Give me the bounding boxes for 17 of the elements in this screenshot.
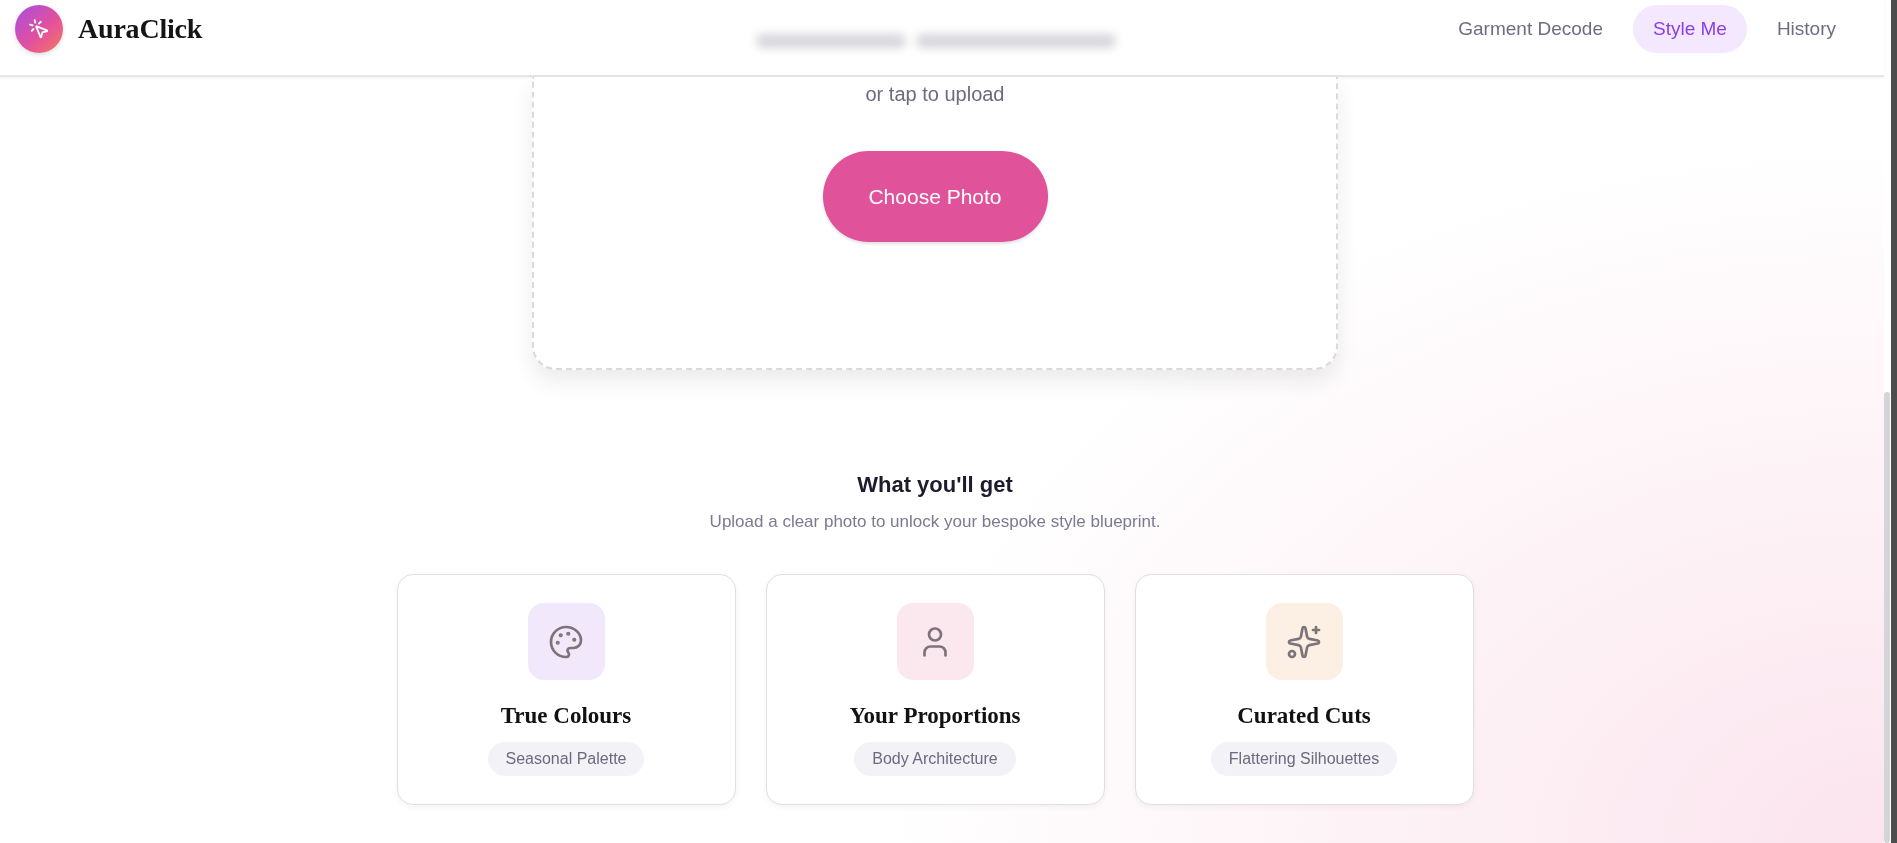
feature-title: True Colours: [500, 702, 632, 730]
feature-tag: Body Architecture: [854, 742, 1016, 776]
section-title: What you'll get: [857, 471, 1013, 499]
cursor-click-icon: [15, 5, 63, 53]
nav-tab[interactable]: Garment Decode: [1438, 5, 1623, 53]
nav-tab[interactable]: Style Me: [1632, 5, 1747, 53]
feature-tag: Seasonal Palette: [487, 742, 645, 776]
feature-title: Your Proportions: [849, 702, 1021, 730]
upload-hint: or tap to upload: [865, 82, 1005, 107]
scrollbar-thumb[interactable]: [1884, 392, 1890, 843]
brand-name: AuraClick: [78, 13, 203, 45]
choose-photo-button[interactable]: Choose Photo: [822, 151, 1048, 242]
upload-dropzone[interactable]: or tap to upload Choose Photo: [532, 77, 1338, 370]
section-subtitle: Upload a clear photo to unlock your bespoke style blueprint.: [709, 511, 1161, 533]
nav-tab[interactable]: History: [1756, 5, 1856, 53]
feature-tag: Flattering Silhouettes: [1210, 742, 1398, 776]
feature-title: Curated Cuts: [1237, 702, 1371, 730]
